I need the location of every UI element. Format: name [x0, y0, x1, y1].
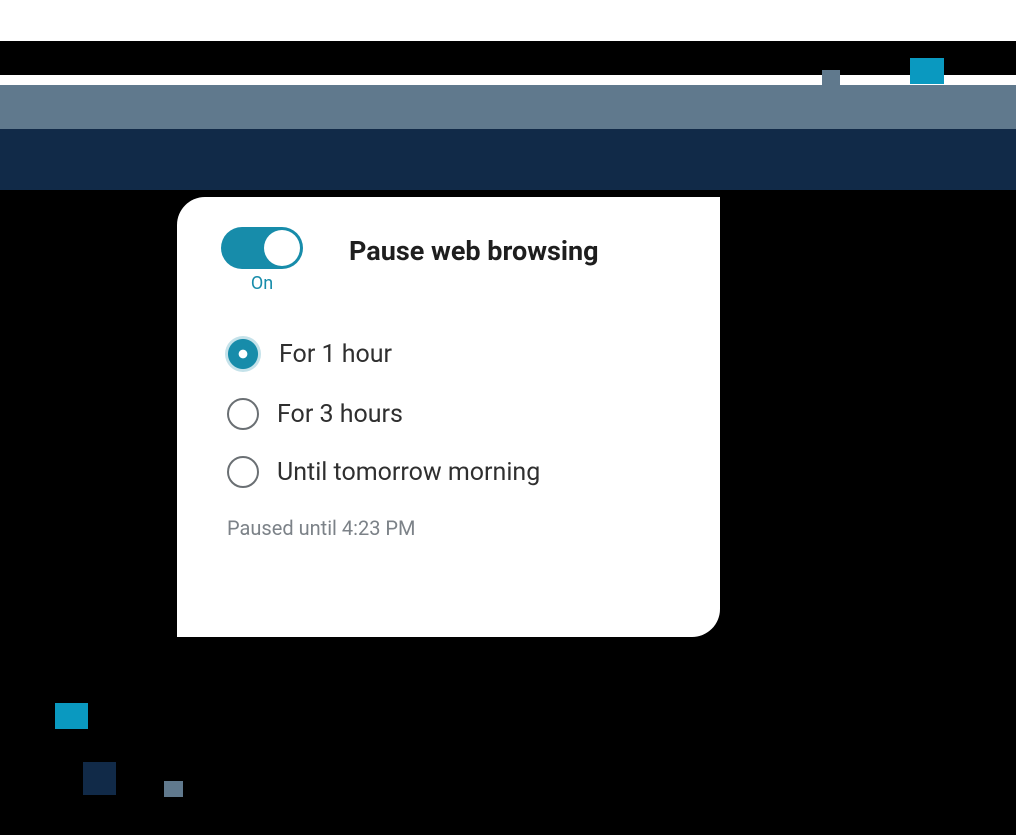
- bg-stripe-right: [1016, 0, 1024, 835]
- radio-option-1-hour[interactable]: For 1 hour: [227, 336, 688, 372]
- decor-square-gray-top: [822, 70, 840, 87]
- radio-option-3-hours[interactable]: For 3 hours: [227, 398, 688, 430]
- toggle-knob-icon: [264, 230, 300, 266]
- radio-label: For 1 hour: [279, 340, 392, 369]
- card-header: On Pause web browsing: [221, 227, 688, 294]
- radio-button-icon: [227, 456, 259, 488]
- bg-band-white-top: [0, 0, 1024, 41]
- decor-square-gray-bottom: [164, 781, 183, 797]
- bg-band-navy: [0, 129, 1020, 190]
- pause-browsing-card: On Pause web browsing For 1 hour For 3 h…: [177, 197, 720, 637]
- decor-square-cyan-top: [910, 58, 944, 84]
- toggle-state-label: On: [251, 273, 273, 294]
- radio-button-icon: [227, 398, 259, 430]
- card-title: Pause web browsing: [349, 235, 599, 267]
- decor-square-navy-bottom: [83, 762, 116, 795]
- decor-square-cyan-bottom: [55, 703, 88, 729]
- radio-button-icon: [225, 336, 261, 372]
- bg-band-white-thin: [0, 75, 1024, 85]
- radio-label: For 3 hours: [277, 400, 403, 429]
- bg-band-gray: [0, 85, 1020, 129]
- toggle-block: On: [221, 227, 303, 294]
- pause-toggle[interactable]: [221, 227, 303, 269]
- radio-option-tomorrow[interactable]: Until tomorrow morning: [227, 456, 688, 488]
- duration-radio-group: For 1 hour For 3 hours Until tomorrow mo…: [227, 336, 688, 488]
- pause-status-text: Paused until 4:23 PM: [227, 516, 688, 540]
- radio-label: Until tomorrow morning: [277, 458, 540, 487]
